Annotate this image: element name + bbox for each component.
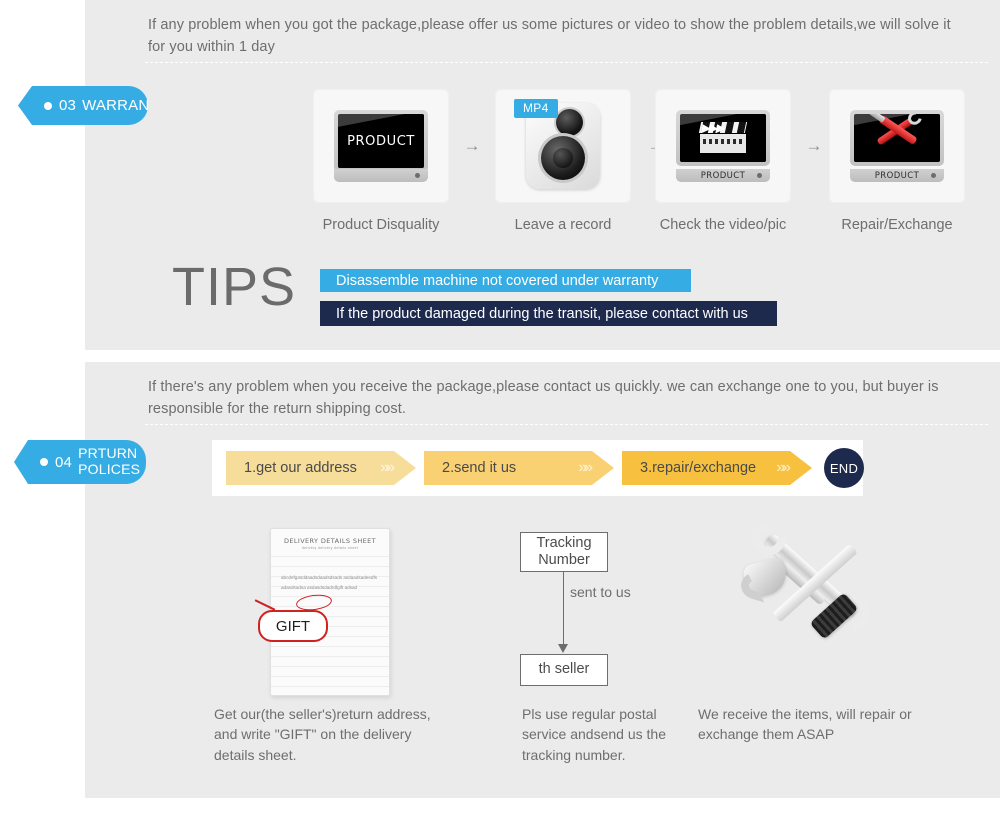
bullet-dot-icon xyxy=(40,458,48,466)
returns-step-1-label: 1.get our address xyxy=(244,460,357,476)
returns-step-3-label: 3.repair/exchange xyxy=(640,460,757,476)
sheet-subtitle: delivery delivery details sheet xyxy=(301,546,359,550)
chevron-glyphs-icon: »» xyxy=(380,459,392,476)
warranty-step-2-label: Leave a record xyxy=(514,217,612,233)
returns-column-3: We receive the items, will repair or exc… xyxy=(690,528,930,745)
section-tag-warranty-number: 03 xyxy=(59,97,77,114)
returns-column-1: DELIVERY DETAILS SHEET delivery delivery… xyxy=(210,528,450,765)
returns-step-2-label: 2.send it us xyxy=(442,460,517,476)
warranty-step-3[interactable]: ▶▶▶ PRODUCT Check the video/pic xyxy=(655,89,791,233)
flowchart-top-box: Tracking Number xyxy=(520,532,608,572)
tools-illustration xyxy=(690,528,930,696)
monitor-screen-text: PRODUCT xyxy=(347,133,415,149)
flowchart-bottom-box: th seller xyxy=(520,654,608,686)
warranty-step-1-card: PRODUCT xyxy=(313,89,449,203)
warranty-step-2[interactable]: MP4 Leave a record xyxy=(495,89,631,233)
section-tag-returns-label-line2: POLICES xyxy=(78,461,141,477)
flowchart-connector-line xyxy=(563,572,564,646)
tracking-flowchart-icon: Tracking Number sent to us th seller xyxy=(520,532,640,692)
monitor-tools-icon: PRODUCT xyxy=(850,110,944,182)
clapperboard-icon: ▶▶▶ xyxy=(698,122,748,154)
section-tag-warranty[interactable]: 03 WARRANTY xyxy=(18,86,148,125)
warranty-step-2-card: MP4 xyxy=(495,89,631,203)
section-tag-returns[interactable]: 04 PRTURN POLICES xyxy=(14,440,146,484)
monitor-clapperboard-icon: ▶▶▶ PRODUCT xyxy=(676,110,770,182)
gift-callout-bubble: GIFT xyxy=(258,610,328,642)
warranty-divider xyxy=(145,62,988,63)
returns-step-3[interactable]: 3.repair/exchange »» xyxy=(622,451,812,485)
sheet-title: DELIVERY DETAILS SHEET xyxy=(283,537,377,545)
tip-bar-warranty-note: Disassemble machine not covered under wa… xyxy=(320,269,691,292)
returns-column-3-caption: We receive the items, will repair or exc… xyxy=(698,706,912,743)
chevron-glyphs-icon: »» xyxy=(776,459,788,476)
delivery-sheet-illustration: DELIVERY DETAILS SHEET delivery delivery… xyxy=(210,528,450,696)
section-tag-returns-number: 04 xyxy=(55,453,73,471)
warranty-step-3-card: ▶▶▶ PRODUCT xyxy=(655,89,791,203)
sheet-body-text: abcdefgasddaadsdaadsdsads asdaadsadeedfs… xyxy=(281,575,378,590)
returns-column-2: Tracking Number sent to us th seller Pls… xyxy=(460,528,700,765)
end-badge: END xyxy=(824,448,864,488)
mp4-badge: MP4 xyxy=(514,99,558,118)
warranty-intro-text: If any problem when you got the package,… xyxy=(148,17,951,56)
warranty-step-flow: PRODUCT Product Disquality → MP4 Leave a… xyxy=(313,89,1000,239)
warranty-step-4-label: Repair/Exchange xyxy=(841,217,953,233)
monitor-foot-label: PRODUCT xyxy=(874,170,920,181)
returns-step-1[interactable]: 1.get our address »» xyxy=(226,451,416,485)
warranty-step-1[interactable]: PRODUCT Product Disquality xyxy=(313,89,449,233)
bullet-dot-icon xyxy=(44,101,52,110)
tracking-flowchart-illustration: Tracking Number sent to us th seller xyxy=(460,528,700,696)
returns-column-2-caption: Pls use regular postal service andsend u… xyxy=(522,706,666,763)
camera-recorder-icon: MP4 xyxy=(514,99,600,189)
tip-bar-transit-note: If the product damaged during the transi… xyxy=(320,301,777,326)
warranty-step-4-card: PRODUCT xyxy=(829,89,965,203)
screwdriver-wrench-icon xyxy=(873,114,921,158)
recorder-small-lens-icon xyxy=(556,109,583,136)
warranty-step-3-label: Check the video/pic xyxy=(659,217,787,233)
flow-arrow-icon-3: → xyxy=(805,136,823,155)
flowchart-arrowhead-icon xyxy=(558,644,568,653)
flow-arrow-icon-1: → xyxy=(463,136,481,155)
monitor-foot-label: PRODUCT xyxy=(700,170,746,181)
recorder-main-lens-icon xyxy=(541,136,585,180)
returns-step-bar: 1.get our address »» 2.send it us »» 3.r… xyxy=(212,440,864,496)
section-tag-returns-label-line1: PRTURN xyxy=(78,445,138,462)
hammer-wrench-screwdriver-icon xyxy=(735,532,885,677)
tips-heading: TIPS xyxy=(172,257,297,317)
tips-block: TIPS Disassemble machine not covered und… xyxy=(172,257,872,336)
flowchart-edge-label: sent to us xyxy=(570,584,631,600)
returns-divider xyxy=(145,424,988,425)
returns-step-2[interactable]: 2.send it us »» xyxy=(424,451,614,485)
returns-intro-text: If there's any problem when you receive … xyxy=(148,379,939,418)
monitor-product-icon: PRODUCT xyxy=(334,110,428,182)
returns-column-1-caption: Get our(the seller's)return address, and… xyxy=(214,706,431,763)
warranty-step-1-label: Product Disquality xyxy=(322,217,440,233)
warranty-step-4[interactable]: PRODUCT Repair/Exchange xyxy=(829,89,965,233)
chevron-glyphs-icon: »» xyxy=(578,459,590,476)
